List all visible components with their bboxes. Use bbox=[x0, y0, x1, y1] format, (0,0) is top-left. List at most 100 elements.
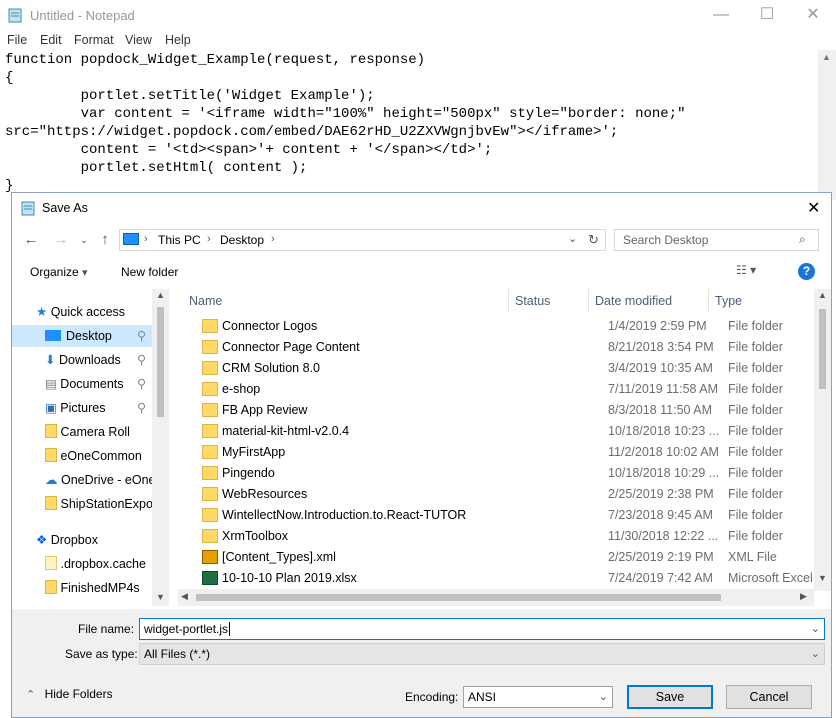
address-dropdown-chevron-icon[interactable]: ⌄ bbox=[568, 232, 577, 245]
nav-item-eonecommon[interactable]: eOneCommon bbox=[45, 445, 142, 467]
nav-item-downloads[interactable]: ⬇ Downloads ⚲ bbox=[45, 349, 146, 371]
scrollbar-thumb[interactable] bbox=[157, 307, 164, 417]
pin-icon[interactable]: ⚲ bbox=[137, 349, 146, 371]
new-folder-button[interactable]: New folder bbox=[121, 265, 178, 279]
scroll-down-arrow-icon[interactable]: ▼ bbox=[818, 573, 827, 583]
pin-icon[interactable]: ⚲ bbox=[137, 397, 146, 419]
column-header-type[interactable]: Type bbox=[715, 289, 742, 313]
notepad-scrollbar[interactable]: ▲ bbox=[818, 50, 836, 200]
nav-item-desktop[interactable]: Desktop ⚲ bbox=[12, 325, 152, 347]
file-name-input[interactable]: widget-portlet.js ⌄ bbox=[139, 618, 825, 640]
nav-item-onedrive[interactable]: ☁ OneDrive - eOne bbox=[45, 469, 155, 491]
breadcrumb-this-pc[interactable]: This PC bbox=[158, 233, 201, 247]
view-options-icon[interactable]: ☷ ▾ bbox=[736, 263, 756, 277]
column-divider[interactable] bbox=[508, 289, 509, 313]
file-row[interactable]: CRM Solution 8.0 3/4/2019 10:35 AM File fo… bbox=[178, 358, 814, 379]
forward-arrow-icon[interactable]: → bbox=[52, 231, 70, 249]
file-row[interactable]: Connector Logos 1/4/2019 2:59 PM File fold… bbox=[178, 316, 814, 337]
breadcrumb-desktop[interactable]: Desktop bbox=[220, 233, 264, 247]
menu-help[interactable]: Help bbox=[165, 33, 191, 47]
nav-item-shipstationexpo[interactable]: ShipStationExpo bbox=[45, 493, 153, 515]
file-row[interactable]: XrmToolbox 11/30/2018 12:22 ... File folde… bbox=[178, 526, 814, 547]
scroll-left-arrow-icon[interactable]: ◀ bbox=[181, 591, 188, 602]
encoding-value: ANSI bbox=[468, 690, 497, 704]
folder-icon bbox=[202, 340, 218, 354]
nav-item-dropbox-cache[interactable]: .dropbox.cache bbox=[45, 553, 146, 575]
file-row[interactable]: e-shop 7/11/2019 11:58 AM File folder bbox=[178, 379, 814, 400]
nav-item-documents[interactable]: ▤ Documents ⚲ bbox=[45, 373, 146, 395]
save-button[interactable]: Save bbox=[627, 685, 713, 709]
file-type: File folder bbox=[728, 466, 783, 480]
hide-folders-button[interactable]: ⌃ Hide Folders bbox=[26, 687, 113, 701]
close-button[interactable]: ✕ bbox=[790, 0, 836, 30]
dialog-close-button[interactable]: ✕ bbox=[807, 198, 820, 218]
scroll-up-arrow-icon[interactable]: ▲ bbox=[156, 290, 165, 300]
file-row[interactable]: FB App Review 8/3/2018 11:50 AM File folde… bbox=[178, 400, 814, 421]
file-date-modified: 7/11/2019 11:58 AM bbox=[608, 382, 719, 396]
minimize-button[interactable]: — bbox=[698, 0, 744, 30]
file-row[interactable]: MyFirstApp 11/2/2018 10:02 AM File folder bbox=[178, 442, 814, 463]
cancel-button[interactable]: Cancel bbox=[726, 685, 812, 709]
file-date-modified: 7/24/2019 7:42 AM bbox=[608, 571, 713, 585]
file-list-horizontal-scrollbar[interactable]: ◀ ▶ bbox=[178, 589, 814, 606]
up-arrow-icon[interactable]: ↑ bbox=[96, 231, 114, 249]
file-type: File folder bbox=[728, 361, 783, 375]
scrollbar-thumb[interactable] bbox=[819, 309, 826, 389]
encoding-dropdown-icon[interactable]: ⌄ bbox=[599, 687, 608, 707]
column-divider[interactable] bbox=[588, 289, 589, 313]
file-row[interactable]: material-kit-html-v2.0.4 10/18/2018 10:23… bbox=[178, 421, 814, 442]
file-name-dropdown-icon[interactable]: ⌄ bbox=[811, 619, 820, 639]
scroll-up-arrow-icon[interactable]: ▲ bbox=[818, 290, 827, 300]
search-icon[interactable]: ⌕ bbox=[799, 232, 806, 247]
nav-item-dropbox[interactable]: ❖ Dropbox bbox=[36, 529, 98, 551]
nav-label: .dropbox.cache bbox=[60, 557, 146, 571]
column-header-status[interactable]: Status bbox=[515, 289, 550, 313]
save-as-type-dropdown-icon[interactable]: ⌄ bbox=[811, 644, 820, 664]
file-row[interactable]: Pingendo 10/18/2018 10:29 ... File folder bbox=[178, 463, 814, 484]
save-as-type-select[interactable]: All Files (*.*) ⌄ bbox=[139, 643, 825, 665]
encoding-select[interactable]: ANSI ⌄ bbox=[463, 686, 613, 708]
scroll-up-arrow-icon[interactable]: ▲ bbox=[822, 52, 831, 62]
folder-icon bbox=[202, 382, 218, 396]
folder-icon bbox=[202, 424, 218, 438]
pin-icon[interactable]: ⚲ bbox=[137, 373, 146, 395]
menu-edit[interactable]: Edit bbox=[40, 33, 62, 47]
back-arrow-icon[interactable]: ← bbox=[22, 231, 40, 249]
maximize-button[interactable]: ☐ bbox=[744, 0, 790, 30]
scrollbar-thumb[interactable] bbox=[196, 594, 721, 601]
help-icon[interactable]: ? bbox=[798, 263, 815, 280]
menu-format[interactable]: Format bbox=[74, 33, 114, 47]
file-row[interactable]: 10-10-10 Plan 2019.xlsx 7/24/2019 7:42 AM… bbox=[178, 568, 814, 589]
nav-label: Downloads bbox=[58, 353, 121, 367]
recent-chevron-icon[interactable]: ⌄ bbox=[75, 231, 93, 249]
scroll-down-arrow-icon[interactable]: ▼ bbox=[156, 592, 165, 602]
notepad-text-area[interactable]: function popdock_Widget_Example(request,… bbox=[0, 50, 818, 200]
breadcrumb-separator-icon: › bbox=[207, 233, 211, 245]
scroll-right-arrow-icon[interactable]: ▶ bbox=[800, 591, 807, 602]
file-row[interactable]: [Content_Types].xml 2/25/2019 2:19 PM XML … bbox=[178, 547, 814, 568]
file-row[interactable]: WintellectNow.Introduction.to.React-TUTO… bbox=[178, 505, 814, 526]
file-row[interactable]: Connector Page Content 8/21/2018 3:54 PM F… bbox=[178, 337, 814, 358]
save-as-type-label: Save as type: bbox=[65, 647, 138, 661]
column-header-name[interactable]: Name bbox=[189, 289, 222, 313]
pin-icon[interactable]: ⚲ bbox=[137, 325, 146, 347]
file-list-vertical-scrollbar[interactable]: ▲ ▼ bbox=[814, 289, 831, 591]
file-row[interactable]: WebResources 2/25/2019 2:38 PM File folder bbox=[178, 484, 814, 505]
refresh-icon[interactable]: ↻ bbox=[588, 232, 599, 248]
organize-button[interactable]: Organize ▾ bbox=[30, 265, 88, 279]
menu-view[interactable]: View bbox=[125, 33, 152, 47]
nav-item-camera-roll[interactable]: Camera Roll bbox=[45, 421, 130, 443]
nav-item-quick-access[interactable]: ★ Quick access bbox=[36, 301, 125, 323]
menu-file[interactable]: File bbox=[7, 33, 27, 47]
file-name: Connector Logos bbox=[222, 319, 318, 333]
nav-pane-scrollbar[interactable]: ▲ ▼ bbox=[152, 289, 169, 606]
documents-icon: ▤ bbox=[45, 377, 57, 391]
search-input[interactable]: Search Desktop ⌕ bbox=[614, 229, 819, 251]
folder-icon bbox=[202, 361, 218, 375]
address-bar[interactable]: › This PC › Desktop › ⌄ ↻ bbox=[119, 229, 606, 251]
column-header-date-modified[interactable]: Date modified bbox=[595, 289, 672, 313]
nav-item-pictures[interactable]: ▣ Pictures ⚲ bbox=[45, 397, 146, 419]
column-divider[interactable] bbox=[708, 289, 709, 313]
dialog-bottom-area: File name: widget-portlet.js ⌄ Save as t… bbox=[12, 609, 831, 717]
nav-item-finishedmp4s[interactable]: FinishedMP4s bbox=[45, 577, 140, 599]
